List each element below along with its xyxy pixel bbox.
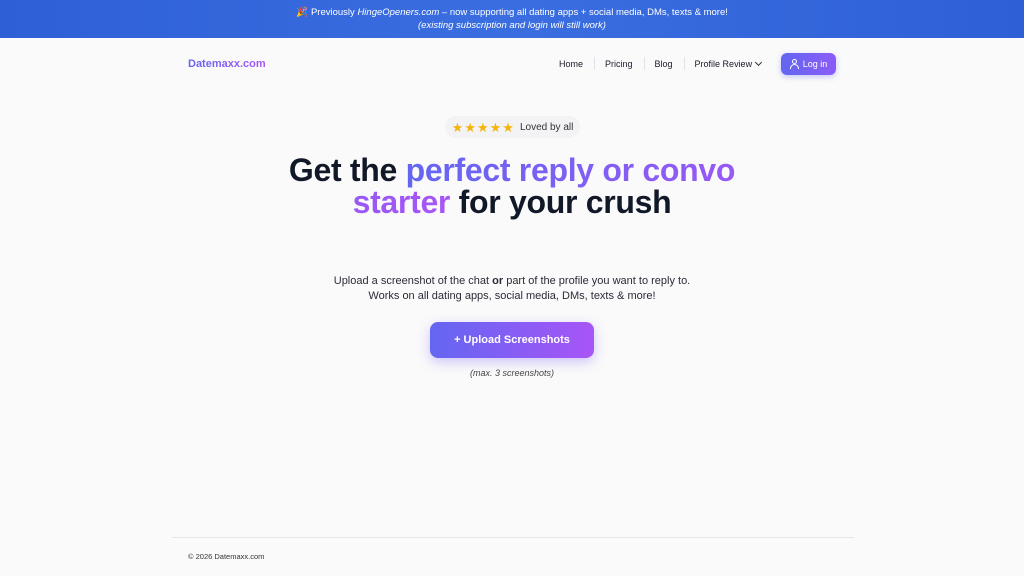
star-icon: ★ bbox=[464, 119, 476, 135]
party-popper-icon: 🎉 bbox=[296, 7, 308, 18]
footer-divider bbox=[172, 537, 854, 538]
banner-suffix: – now supporting all dating apps + socia… bbox=[439, 7, 728, 18]
site-logo[interactable]: Datemaxx.com bbox=[188, 58, 266, 70]
headline-part-1: Get the bbox=[288, 152, 406, 188]
nav-link-profile-review[interactable]: Profile Review bbox=[683, 57, 773, 70]
login-button[interactable]: Log in bbox=[781, 53, 836, 75]
hero-headline: Get the perfect reply or convo starter f… bbox=[262, 154, 762, 218]
nav-link-blog[interactable]: Blog bbox=[643, 57, 684, 70]
nav-link-pricing[interactable]: Pricing bbox=[594, 57, 644, 70]
headline-part-2: for your crush bbox=[450, 184, 672, 220]
banner-line-1: 🎉 Previously HingeOpeners.com – now suppo… bbox=[0, 6, 1024, 19]
nav-link-home[interactable]: Home bbox=[548, 59, 594, 69]
chevron-down-icon bbox=[755, 58, 763, 67]
star-icon: ★ bbox=[476, 119, 489, 135]
banner-prefix: Previously bbox=[310, 7, 358, 18]
upload-screenshots-button[interactable]: + Upload Screenshots bbox=[430, 322, 594, 358]
login-label: Log in bbox=[802, 59, 828, 69]
subtitle-part-1: Upload a screenshot of the chat bbox=[333, 275, 493, 287]
star-icon: ★ bbox=[502, 119, 514, 135]
footer-copyright: © 2026 Datemaxx.com bbox=[188, 552, 265, 561]
top-navbar: Datemaxx.com Home Pricing Blog Profile R… bbox=[0, 38, 1024, 92]
rating-text: Loved by all bbox=[519, 121, 574, 133]
announcement-banner: 🎉 Previously HingeOpeners.com – now suppo… bbox=[0, 0, 1024, 38]
star-rating: ★ ★ ★ ★ ★ bbox=[452, 121, 514, 134]
subtitle-part-2: part of the profile you want to reply to… bbox=[503, 275, 691, 287]
star-icon: ★ bbox=[489, 119, 502, 135]
profile-review-label: Profile Review bbox=[694, 59, 753, 69]
rating-badge: ★ ★ ★ ★ ★ Loved by all bbox=[445, 116, 580, 138]
user-icon bbox=[789, 59, 799, 69]
max-screenshots-note: (max. 3 screenshots) bbox=[469, 368, 555, 378]
banner-line-2: (existing subscription and login will st… bbox=[418, 20, 606, 31]
banner-old-domain: HingeOpeners.com bbox=[357, 7, 440, 18]
subtitle-bold: or bbox=[492, 275, 504, 287]
nav-links: Home Pricing Blog Profile Review bbox=[548, 56, 772, 72]
hero-subtitle: Upload a screenshot of the chat or part … bbox=[262, 274, 762, 304]
star-icon: ★ bbox=[451, 119, 464, 135]
subtitle-line-2: Works on all dating apps, social media, … bbox=[368, 290, 656, 302]
